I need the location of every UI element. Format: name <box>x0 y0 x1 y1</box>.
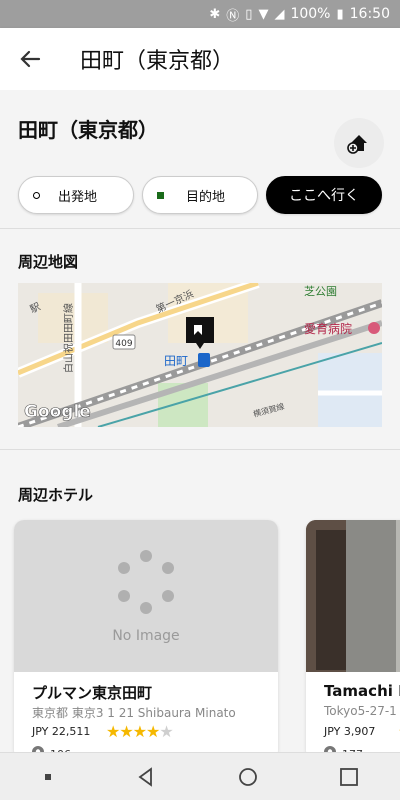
app-bar-title: 田町（東京都） <box>80 49 235 74</box>
hotel-address: 東京都 東京3 1 21 Shibaura Minato <box>32 706 236 720</box>
map-label-road2: 白山祝田田町線 <box>62 303 75 373</box>
wifi-icon: ▼ <box>258 6 269 22</box>
star-icon: ★ <box>106 722 120 741</box>
nearby-map-section: 周辺地図 409 第一京浜 白山祝田田町線 横須賀線 駅 愛育病院 芝公園 田町… <box>0 229 400 449</box>
hotel-photo-graphic <box>306 520 400 672</box>
signal-icon: ◢ <box>274 6 285 22</box>
overview-square-icon[interactable] <box>338 766 360 788</box>
recent-dot-icon[interactable] <box>40 769 56 785</box>
main-content: 田町（東京都） 出発地 目的地 ここへ行く 周辺地図 409 第一京浜 白山祝田… <box>0 90 400 752</box>
home-circle-icon[interactable] <box>237 766 259 788</box>
hotel-address: Tokyo5-27-1 <box>324 704 397 718</box>
train-station-icon <box>198 353 210 367</box>
star-icon: ★ <box>119 722 133 741</box>
map-route-number: 409 <box>115 339 132 349</box>
map-graphic: 409 第一京浜 白山祝田田町線 横須賀線 駅 愛育病院 芝公園 田町 Goog… <box>18 283 382 427</box>
map-section-title: 周辺地図 <box>18 253 79 271</box>
place-header: 田町（東京都） 出発地 目的地 ここへ行く <box>0 90 400 228</box>
no-image-text: No Image <box>112 628 180 644</box>
map-label-hospital: 愛育病院 <box>304 321 352 336</box>
star-icon: ★ <box>132 722 147 741</box>
hotel-photo <box>306 520 400 672</box>
status-bar: ✱ Ⓝ ▯ ▼ ◢ 100% ▮ 16:50 <box>0 0 400 28</box>
google-logo: Google <box>24 402 91 422</box>
hotel-price: JPY 22,511 <box>32 725 91 738</box>
star-empty-icon: ★ <box>159 722 173 741</box>
back-triangle-icon[interactable] <box>135 766 157 788</box>
go-here-label: ここへ行く <box>289 188 359 204</box>
clock: 16:50 <box>349 6 390 22</box>
hotel-name: Tamachi BA <box>324 682 400 700</box>
app-bar: 田町（東京都） <box>0 28 400 90</box>
battery-percentage: 100% <box>290 6 331 22</box>
hotel-rating: ★★★★★ <box>106 722 174 741</box>
battery-icon: ▮ <box>336 6 344 22</box>
hotel-price: JPY 3,907 <box>324 725 376 738</box>
hotel-name: プルマン東京田町 <box>32 684 153 702</box>
hospital-marker <box>368 322 380 334</box>
system-nav-bar <box>0 752 400 800</box>
set-destination-button[interactable]: 目的地 <box>142 176 258 214</box>
place-title: 田町（東京都） <box>18 118 158 142</box>
nearby-hotels-section: 周辺ホテル No Image プルマン東京田町 東京都 東京3 1 21 Shi… <box>0 450 400 752</box>
hotel-image-placeholder: No Image <box>14 520 278 672</box>
destination-square-icon <box>157 191 164 199</box>
set-origin-button[interactable]: 出発地 <box>18 176 134 214</box>
go-here-button[interactable]: ここへ行く <box>266 176 382 214</box>
hotel-card[interactable]: Tamachi BA Tokyo5-27-1 JPY 3,907 ★★★★★ 1… <box>306 520 400 752</box>
set-home-button[interactable] <box>334 118 384 168</box>
nearby-map[interactable]: 409 第一京浜 白山祝田田町線 横須賀線 駅 愛育病院 芝公園 田町 Goog… <box>18 283 382 427</box>
nfc-icon: Ⓝ <box>226 8 240 24</box>
bluetooth-icon: ✱ <box>209 6 221 22</box>
origin-label: 出発地 <box>58 189 98 205</box>
back-button[interactable] <box>0 28 60 90</box>
star-icon: ★ <box>146 722 160 741</box>
map-label-station: 田町 <box>164 354 188 368</box>
hotels-section-title: 周辺ホテル <box>18 486 94 504</box>
destination-label: 目的地 <box>186 189 226 205</box>
origin-dot-icon <box>33 191 40 199</box>
back-arrow-icon <box>20 50 41 68</box>
no-image-icon <box>118 550 174 614</box>
map-label-park: 芝公園 <box>304 285 337 298</box>
add-home-icon <box>347 135 367 154</box>
vibrate-icon: ▯ <box>245 6 253 22</box>
hotel-card[interactable]: No Image プルマン東京田町 東京都 東京3 1 21 Shibaura … <box>14 520 278 752</box>
